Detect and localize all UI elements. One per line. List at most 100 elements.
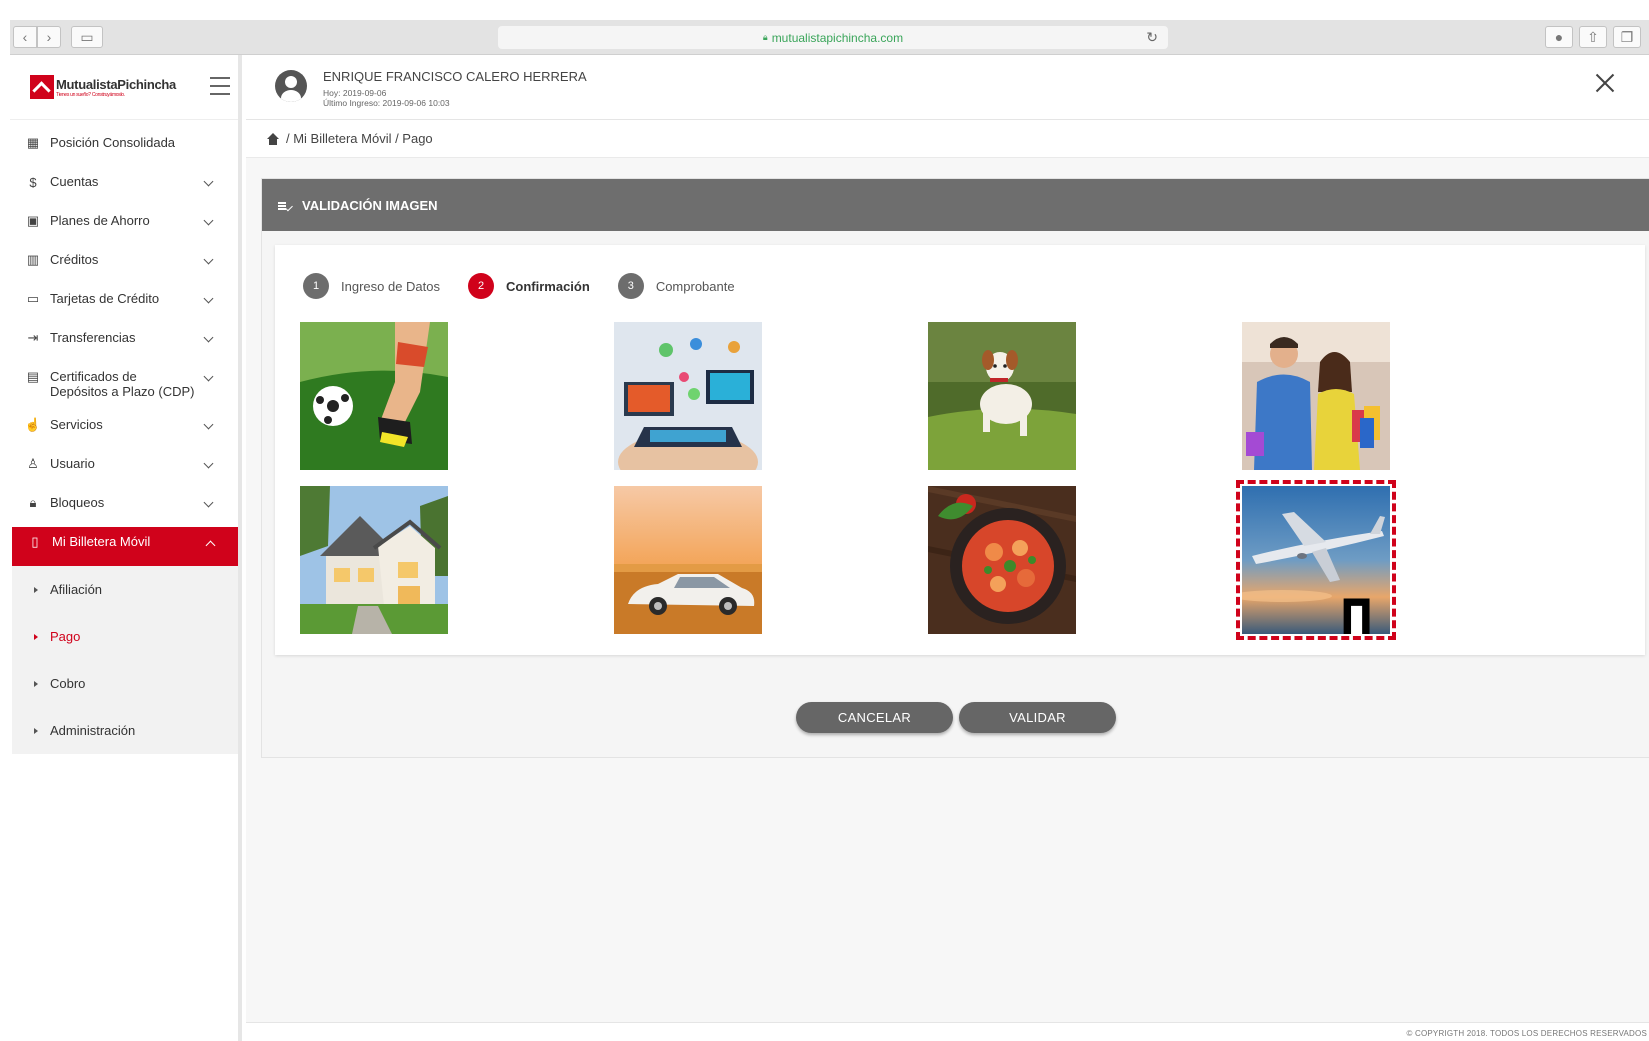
- step-number: 3: [617, 273, 644, 299]
- hamburger-menu-icon[interactable]: [210, 77, 230, 95]
- back-button[interactable]: ‹: [13, 26, 37, 48]
- image-option-dog[interactable]: [928, 322, 1076, 470]
- user-header: ENRIQUE FRANCISCO CALERO HERRERA Hoy: 20…: [246, 55, 1649, 120]
- step-confirmacion: 2 Confirmación: [468, 273, 590, 299]
- submenu-billetera: Afiliación Pago Cobro Administración: [12, 566, 238, 754]
- image-option-car-sunset[interactable]: [614, 486, 762, 634]
- lock-icon: 🔒︎: [762, 32, 768, 42]
- breadcrumb: / Mi Billetera Móvil / Pago: [246, 120, 1649, 158]
- main-content: / Mi Billetera Móvil / Pago VALIDACIÓN I…: [246, 120, 1649, 1022]
- image-option-technology[interactable]: [614, 322, 762, 470]
- chevron-down-icon: [203, 458, 214, 469]
- sidebar-item-label: Usuario: [50, 456, 95, 471]
- chevron-down-icon: [203, 176, 214, 187]
- sidebar-item-cuentas[interactable]: $ Cuentas: [10, 167, 238, 206]
- chevron-down-icon: [203, 371, 214, 382]
- image-option-airplane[interactable]: [1236, 480, 1396, 640]
- home-icon[interactable]: [266, 132, 280, 145]
- image-option-house[interactable]: [300, 486, 448, 634]
- sidebar-item-posicion-consolidada[interactable]: ▦ Posición Consolidada: [10, 128, 238, 167]
- briefcase-icon: ▣: [26, 213, 40, 228]
- sidebar-item-servicios[interactable]: ☝ Servicios: [10, 410, 238, 449]
- hand-cursor-icon: [1343, 598, 1370, 634]
- caret-right-icon: [34, 586, 38, 593]
- submenu-item-pago[interactable]: Pago: [12, 613, 238, 660]
- validate-button[interactable]: VALIDAR: [959, 702, 1116, 733]
- action-buttons: CANCELAR VALIDAR: [796, 702, 1116, 733]
- image-option-soccer[interactable]: [300, 322, 448, 470]
- step-ingreso-datos: 1 Ingreso de Datos: [303, 273, 440, 299]
- logo-mark-icon: [30, 75, 54, 99]
- submenu-item-label: Cobro: [50, 676, 86, 691]
- transfer-icon: ⇥: [27, 330, 39, 345]
- sidebar-item-label: Tarjetas de Crédito: [50, 291, 160, 306]
- reload-icon[interactable]: ↻: [1146, 29, 1158, 46]
- chevron-down-icon: [203, 497, 214, 508]
- panel-header: VALIDACIÓN IMAGEN: [262, 179, 1649, 231]
- download-icon[interactable]: ●: [1545, 26, 1573, 48]
- sidebar-item-creditos[interactable]: ▥ Créditos: [10, 245, 238, 284]
- building-icon: ▥: [26, 252, 40, 267]
- submenu-item-administracion[interactable]: Administración: [12, 707, 238, 754]
- sidebar-item-tarjetas[interactable]: ▭ Tarjetas de Crédito: [10, 284, 238, 323]
- image-option-pasta[interactable]: [928, 486, 1076, 634]
- user-dates: Hoy: 2019-09-06 Último Ingreso: 2019-09-…: [323, 88, 450, 108]
- caret-right-icon: [34, 633, 38, 640]
- chevron-up-icon: [205, 540, 216, 551]
- forward-button[interactable]: ›: [37, 26, 61, 48]
- image-grid: [300, 322, 1630, 642]
- submenu-item-label: Administración: [50, 723, 136, 738]
- stepper: 1 Ingreso de Datos 2 Confirmación 3 Comp…: [303, 273, 763, 299]
- step-number: 1: [303, 273, 329, 299]
- brand-name: MutualistaPichincha: [56, 76, 176, 92]
- lock-icon: 🔒︎: [29, 495, 37, 510]
- cancel-button[interactable]: CANCELAR: [796, 702, 953, 733]
- image-validation-panel: VALIDACIÓN IMAGEN 1 Ingreso de Datos 2 C…: [261, 178, 1649, 758]
- sidebar-item-label: Posición Consolidada: [50, 135, 176, 150]
- submenu-item-cobro[interactable]: Cobro: [12, 660, 238, 707]
- submenu-item-label: Afiliación: [50, 582, 103, 597]
- sidebar-item-certificados[interactable]: ▤ Certificados de Depósitos a Plazo (CDP…: [10, 362, 238, 410]
- user-icon: ♙: [27, 456, 39, 471]
- sidebar-item-label: Transferencias: [50, 330, 136, 345]
- step-label: Confirmación: [506, 278, 590, 294]
- sidebar-item-planes-ahorro[interactable]: ▣ Planes de Ahorro: [10, 206, 238, 245]
- avatar: [275, 70, 307, 102]
- step-comprobante: 3 Comprobante: [617, 273, 735, 299]
- sidebar-item-bloqueos[interactable]: 🔒︎ Bloqueos: [10, 488, 238, 527]
- user-name: ENRIQUE FRANCISCO CALERO HERRERA: [323, 69, 587, 84]
- dollar-circle-icon: $: [29, 174, 37, 190]
- share-icon[interactable]: ⇧: [1579, 26, 1607, 48]
- today-date: Hoy: 2019-09-06: [323, 88, 387, 98]
- sidebar-item-usuario[interactable]: ♙ Usuario: [10, 449, 238, 488]
- credit-card-icon: ▭: [26, 291, 40, 306]
- breadcrumb-path: / Mi Billetera Móvil / Pago: [286, 131, 433, 146]
- sidebar-item-transferencias[interactable]: ⇥ Transferencias: [10, 323, 238, 362]
- grid-icon: ▦: [26, 135, 40, 150]
- submenu-item-afiliacion[interactable]: Afiliación: [12, 566, 238, 613]
- sidebar-item-label: Mi Billetera Móvil: [52, 534, 151, 549]
- submenu-item-label: Pago: [50, 629, 81, 644]
- close-icon[interactable]: [1593, 71, 1617, 95]
- sidebar-menu: ▦ Posición Consolidada $ Cuentas ▣ Plane…: [10, 120, 238, 566]
- step-label: Ingreso de Datos: [341, 278, 441, 294]
- sidebar-item-label: Planes de Ahorro: [50, 213, 150, 228]
- url-text: mutualistapichincha.com: [771, 30, 904, 45]
- sidebar: MutualistaPichincha Tienes un sueño? Con…: [10, 55, 242, 1041]
- copyright-text: © COPYRIGTH 2018. TODOS LOS DERECHOS RES…: [1406, 1029, 1647, 1038]
- checklist-icon: [278, 200, 294, 210]
- document-icon: ▤: [26, 369, 40, 384]
- logo[interactable]: MutualistaPichincha Tienes un sueño? Con…: [10, 55, 238, 120]
- sidebar-item-label: Créditos: [50, 252, 99, 267]
- chevron-down-icon: [203, 419, 214, 430]
- sidebar-toggle-icon[interactable]: ▭: [71, 26, 103, 48]
- image-option-shopping-couple[interactable]: [1242, 322, 1390, 470]
- address-bar[interactable]: 🔒︎ mutualistapichincha.com ↻: [498, 26, 1168, 49]
- last-login: Último Ingreso: 2019-09-06 10:03: [323, 98, 450, 108]
- mobile-icon: ▯: [31, 534, 39, 549]
- sidebar-item-label: Cuentas: [50, 174, 99, 189]
- chevron-down-icon: [203, 293, 214, 304]
- tabs-icon[interactable]: ❐: [1613, 26, 1641, 48]
- caret-right-icon: [34, 680, 38, 687]
- sidebar-item-mi-billetera-movil[interactable]: ▯ Mi Billetera Móvil: [12, 527, 238, 566]
